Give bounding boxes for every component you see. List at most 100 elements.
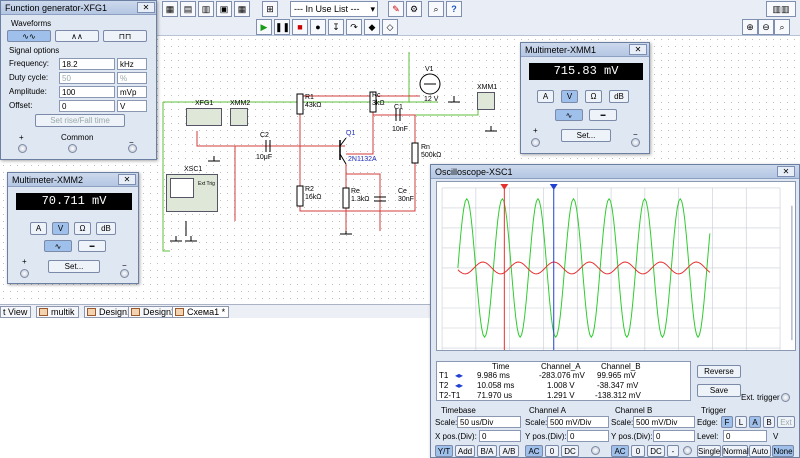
- tab-multik[interactable]: multik: [36, 306, 79, 318]
- label-c1: C1: [394, 104, 403, 111]
- normal-button[interactable]: Normal: [722, 445, 749, 457]
- amplitude-field[interactable]: 100: [59, 86, 115, 98]
- save-button[interactable]: Save: [697, 384, 741, 397]
- offset-field[interactable]: 0: [59, 100, 115, 112]
- value-r1: 43kΩ: [305, 102, 322, 109]
- step-over-icon[interactable]: ↷: [346, 19, 362, 35]
- clear-breakpoints-icon[interactable]: ◇: [382, 19, 398, 35]
- a-over-b-button[interactable]: A/B: [499, 445, 519, 457]
- step-into-icon[interactable]: ↧: [328, 19, 344, 35]
- channel-a-scale-field[interactable]: 500 mV/Div: [547, 416, 609, 428]
- xmm1-symbol[interactable]: [477, 92, 495, 110]
- ext-trigger-terminal[interactable]: [781, 393, 790, 402]
- voltmeter-button[interactable]: V: [561, 90, 578, 103]
- table-icon[interactable]: ▥: [198, 1, 214, 17]
- channel-a-terminal[interactable]: [591, 446, 600, 455]
- tab-view[interactable]: t View: [0, 306, 32, 318]
- channel-a-zero-button[interactable]: 0: [545, 445, 559, 457]
- plus-terminal[interactable]: [20, 269, 29, 278]
- amplitude-unit[interactable]: mVp: [117, 86, 147, 98]
- ohmmeter-button[interactable]: Ω: [585, 90, 602, 103]
- scope-screen[interactable]: [436, 181, 796, 351]
- reverse-button[interactable]: Reverse: [697, 365, 741, 378]
- offset-unit[interactable]: V: [117, 100, 147, 112]
- zoom-out-icon[interactable]: ⊖: [758, 19, 774, 35]
- close-icon[interactable]: ✕: [118, 174, 136, 185]
- auto-button[interactable]: Auto: [749, 445, 771, 457]
- sine-wave-button[interactable]: ∿∿: [7, 30, 51, 42]
- falling-edge-button[interactable]: L: [735, 416, 747, 428]
- square-wave-button[interactable]: ⊓⊓: [103, 30, 147, 42]
- in-use-list-combo[interactable]: --- In Use List --- ▾: [290, 1, 378, 17]
- ac-mode-button[interactable]: ∿: [44, 240, 72, 252]
- postprocessor-icon[interactable]: ▣: [216, 1, 232, 17]
- channel-a-ypos-field[interactable]: 0: [567, 430, 609, 442]
- ohmmeter-button[interactable]: Ω: [74, 222, 91, 235]
- yt-button[interactable]: Y/T: [435, 445, 453, 457]
- ac-mode-button[interactable]: ∿: [555, 109, 583, 121]
- voltmeter-button[interactable]: V: [52, 222, 69, 235]
- timebase-scale-field[interactable]: 50 us/Div: [457, 416, 521, 428]
- dc-mode-button[interactable]: ━: [78, 240, 106, 252]
- tab-schema1[interactable]: Схема1 *: [172, 306, 230, 318]
- set-button[interactable]: Set...: [48, 260, 100, 273]
- decibel-button[interactable]: dB: [96, 222, 116, 235]
- run-icon[interactable]: ▶: [256, 19, 272, 35]
- channel-b-dc-button[interactable]: DC: [647, 445, 665, 457]
- trigger-level-field[interactable]: 0: [723, 430, 767, 442]
- add-button[interactable]: Add: [455, 445, 475, 457]
- frequency-unit[interactable]: kHz: [117, 58, 147, 70]
- channel-b-ac-button[interactable]: AC: [611, 445, 629, 457]
- ammeter-button[interactable]: A: [30, 222, 47, 235]
- close-icon[interactable]: ✕: [777, 166, 795, 177]
- close-icon[interactable]: ✕: [629, 44, 647, 55]
- trigger-ext-button[interactable]: Ext: [777, 416, 795, 428]
- instrument-bar-icon[interactable]: ▥▥: [766, 1, 796, 17]
- window-title[interactable]: Function generator-XFG1: [1, 1, 156, 15]
- minus-terminal[interactable]: [631, 138, 640, 147]
- channel-b-minus-button[interactable]: -: [667, 445, 679, 457]
- decibel-button[interactable]: dB: [609, 90, 629, 103]
- window-title[interactable]: Oscilloscope-XSC1: [431, 165, 799, 179]
- step-icon[interactable]: ●: [310, 19, 326, 35]
- close-icon[interactable]: ✕: [137, 2, 155, 13]
- stop-icon[interactable]: ■: [292, 19, 308, 35]
- channel-b-ypos-field[interactable]: 0: [653, 430, 695, 442]
- xpos-field[interactable]: 0: [479, 430, 521, 442]
- xfg1-symbol[interactable]: [186, 108, 222, 126]
- ammeter-button[interactable]: A: [537, 90, 554, 103]
- trigger-b-button[interactable]: B: [763, 416, 775, 428]
- channel-a-dc-button[interactable]: DC: [561, 445, 579, 457]
- common-terminal[interactable]: [68, 144, 77, 153]
- rising-edge-button[interactable]: F: [721, 416, 733, 428]
- find-icon[interactable]: ⌕: [428, 1, 444, 17]
- set-button[interactable]: Set...: [561, 129, 611, 142]
- help-icon[interactable]: ?: [446, 1, 462, 17]
- dc-mode-button[interactable]: ━: [589, 109, 617, 121]
- b-over-a-button[interactable]: B/A: [477, 445, 497, 457]
- spreadsheet-icon[interactable]: ▦: [234, 1, 250, 17]
- analysis-icon[interactable]: ⚙: [406, 1, 422, 17]
- channel-b-scale-field[interactable]: 500 mV/Div: [633, 416, 695, 428]
- triangle-wave-button[interactable]: ∧∧: [55, 30, 99, 42]
- hierarchy-icon[interactable]: ⊞: [262, 1, 278, 17]
- zoom-in-icon[interactable]: ⊕: [742, 19, 758, 35]
- grapher-icon[interactable]: ▤: [180, 1, 196, 17]
- pause-icon[interactable]: ❚❚: [274, 19, 290, 35]
- component-icon[interactable]: ▦: [162, 1, 178, 17]
- frequency-field[interactable]: 18.2: [59, 58, 115, 70]
- probe-icon[interactable]: ✎: [388, 1, 404, 17]
- none-button[interactable]: None: [772, 445, 794, 457]
- minus-terminal[interactable]: [120, 269, 129, 278]
- breakpoint-icon[interactable]: ◆: [364, 19, 380, 35]
- minus-terminal[interactable]: [128, 144, 137, 153]
- channel-a-ac-button[interactable]: AC: [525, 445, 543, 457]
- zoom-area-icon[interactable]: ⌕: [774, 19, 790, 35]
- channel-b-terminal[interactable]: [683, 446, 692, 455]
- single-button[interactable]: Single: [697, 445, 721, 457]
- xmm2-symbol[interactable]: [230, 108, 248, 126]
- trigger-a-button[interactable]: A: [749, 416, 761, 428]
- channel-b-zero-button[interactable]: 0: [631, 445, 645, 457]
- plus-terminal[interactable]: [531, 138, 540, 147]
- plus-terminal[interactable]: [18, 144, 27, 153]
